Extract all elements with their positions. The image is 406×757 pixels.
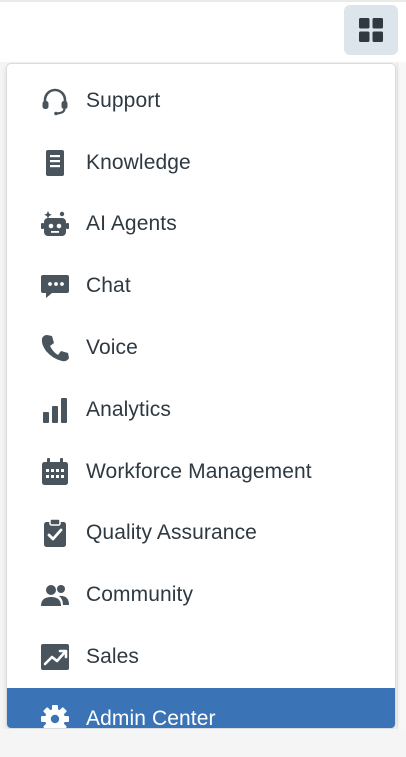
- menu-item-workforce-management[interactable]: Workforce Management: [7, 441, 395, 503]
- chat-bubble-icon: [38, 269, 72, 303]
- menu-item-label: Admin Center: [86, 706, 216, 729]
- menu-item-label: Community: [86, 583, 194, 607]
- menu-item-admin-center[interactable]: Admin Center: [7, 687, 395, 729]
- page-scroll-edge: [397, 62, 406, 757]
- calendar-grid-icon: [38, 455, 72, 489]
- menu-item-label: Quality Assurance: [86, 521, 257, 545]
- product-switcher-menu: Support Knowledge AI Agents Chat Voice A…: [6, 63, 396, 729]
- menu-item-ai-agents[interactable]: AI Agents: [7, 194, 395, 256]
- menu-item-label: Voice: [86, 336, 138, 360]
- top-edge: [0, 0, 406, 2]
- menu-item-label: Sales: [86, 645, 140, 669]
- menu-item-quality-assurance[interactable]: Quality Assurance: [7, 503, 395, 565]
- bottom-edge: [0, 729, 406, 757]
- apps-grid-button[interactable]: [344, 5, 398, 55]
- menu-item-knowledge[interactable]: Knowledge: [7, 132, 395, 194]
- menu-item-label: Analytics: [86, 397, 171, 421]
- menu-item-voice[interactable]: Voice: [7, 317, 395, 379]
- top-bar: [0, 0, 406, 62]
- bar-chart-icon: [38, 393, 72, 427]
- menu-item-label: Workforce Management: [86, 459, 312, 483]
- robot-icon: [38, 207, 72, 241]
- menu-item-chat[interactable]: Chat: [7, 255, 395, 317]
- menu-item-label: Chat: [86, 274, 131, 298]
- menu-item-label: Support: [86, 88, 161, 112]
- gear-icon: [38, 702, 72, 728]
- menu-item-label: Knowledge: [86, 150, 191, 174]
- menu-list: Support Knowledge AI Agents Chat Voice A…: [7, 70, 395, 729]
- menu-item-support[interactable]: Support: [7, 70, 395, 132]
- trend-chart-icon: [38, 640, 72, 674]
- menu-item-analytics[interactable]: Analytics: [7, 379, 395, 441]
- menu-item-label: AI Agents: [86, 212, 177, 236]
- menu-item-sales[interactable]: Sales: [7, 626, 395, 688]
- menu-item-community[interactable]: Community: [7, 564, 395, 626]
- grid-icon: [359, 18, 383, 42]
- headset-icon: [38, 84, 72, 118]
- people-icon: [38, 578, 72, 612]
- phone-icon: [38, 331, 72, 365]
- clipboard-check-icon: [38, 516, 72, 550]
- book-icon: [38, 146, 72, 180]
